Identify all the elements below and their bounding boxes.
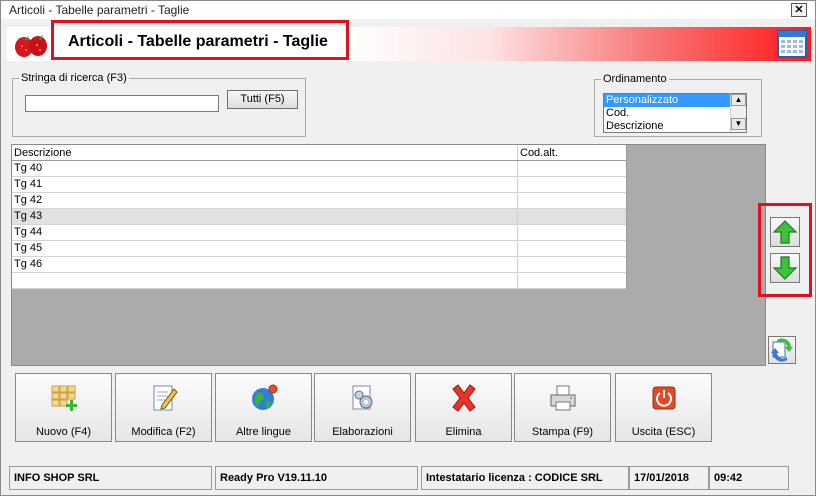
scroll-up-icon[interactable]: ▲: [731, 94, 746, 106]
ordering-group: Ordinamento Personalizzato Cod. Descrizi…: [594, 73, 762, 137]
arrow-down-icon: [772, 256, 798, 280]
printer-icon: [550, 385, 576, 411]
table-row-selected[interactable]: Tg 43: [12, 209, 626, 225]
status-date: 17/01/2018: [629, 466, 709, 490]
status-version: Ready Pro V19.11.10: [215, 466, 418, 490]
other-languages-label: Altre lingue: [235, 426, 292, 438]
refresh-button[interactable]: [768, 336, 796, 364]
new-button-label: Nuovo (F4): [35, 426, 92, 438]
exit-button[interactable]: Uscita (ESC): [615, 373, 712, 442]
cell-cod-alt: [518, 161, 626, 176]
grid-area: Descrizione Cod.alt. Tg 40 Tg 41 Tg 42 T…: [11, 144, 766, 366]
move-up-button[interactable]: [770, 217, 800, 247]
ordering-option[interactable]: Cod.: [604, 107, 746, 120]
banner-title-highlight: Articoli - Tabelle parametri - Taglie: [51, 20, 349, 60]
table-row[interactable]: Tg 41: [12, 177, 626, 193]
delete-label: Elimina: [445, 426, 482, 438]
column-header-cod-alt[interactable]: Cod.alt.: [518, 145, 626, 160]
status-time: 09:42: [709, 466, 789, 490]
cell-cod-alt: [518, 209, 626, 224]
search-group: Stringa di ricerca (F3) Tutti (F5): [12, 72, 306, 137]
cell-cod-alt: [518, 225, 626, 240]
ordering-option[interactable]: Personalizzato: [604, 94, 730, 107]
cell-descrizione: Tg 44: [12, 225, 518, 240]
strawberry-logo-icon: [15, 35, 47, 57]
cell-descrizione: Tg 42: [12, 193, 518, 208]
title-bar: Articoli - Tabelle parametri - Taglie ✕: [1, 1, 815, 19]
banner: Articoli - Tabelle parametri - Taglie: [7, 20, 811, 61]
processing-label: Elaborazioni: [332, 426, 393, 438]
ordering-listbox[interactable]: Personalizzato Cod. Descrizione ▲ ▼: [603, 93, 747, 133]
exit-label: Uscita (ESC): [631, 426, 696, 438]
ordering-label: Ordinamento: [601, 73, 669, 85]
cell-cod-alt: [518, 241, 626, 256]
table-row[interactable]: Tg 40: [12, 161, 626, 177]
edit-button-label: Modifica (F2): [131, 426, 196, 438]
edit-document-icon: [153, 385, 178, 411]
new-button[interactable]: Nuovo (F4): [15, 373, 112, 442]
status-company: INFO SHOP SRL: [9, 466, 212, 490]
scroll-down-icon[interactable]: ▼: [731, 118, 746, 130]
cell-cod-alt: [518, 257, 626, 272]
column-header-descrizione[interactable]: Descrizione: [12, 145, 518, 160]
table-row[interactable]: Tg 45: [12, 241, 626, 257]
cell-descrizione: [12, 273, 518, 288]
cell-descrizione: Tg 45: [12, 241, 518, 256]
listbox-scrollbar[interactable]: ▲ ▼: [730, 94, 746, 132]
gear-document-icon: [352, 385, 373, 410]
processing-button[interactable]: Elaborazioni: [314, 373, 411, 442]
calendar-icon[interactable]: [777, 30, 807, 58]
cell-descrizione: Tg 41: [12, 177, 518, 192]
delete-button[interactable]: Elimina: [415, 373, 512, 442]
cell-cod-alt: [518, 273, 626, 288]
status-bar: INFO SHOP SRL Ready Pro V19.11.10 Intest…: [9, 466, 813, 490]
grid-header: Descrizione Cod.alt.: [12, 145, 626, 161]
close-button[interactable]: ✕: [791, 3, 807, 17]
table-row[interactable]: Tg 44: [12, 225, 626, 241]
power-icon: [652, 386, 676, 410]
window-title: Articoli - Tabelle parametri - Taglie: [9, 3, 190, 17]
search-label: Stringa di ricerca (F3): [19, 72, 129, 84]
table-row[interactable]: Tg 46: [12, 257, 626, 273]
move-buttons-highlight: [758, 203, 812, 297]
edit-button[interactable]: Modifica (F2): [115, 373, 212, 442]
table-row[interactable]: Tg 42: [12, 193, 626, 209]
arrow-up-icon: [772, 220, 798, 244]
main-window: Articoli - Tabelle parametri - Taglie ✕ …: [0, 0, 816, 496]
all-button[interactable]: Tutti (F5): [227, 90, 298, 109]
cell-descrizione: Tg 40: [12, 161, 518, 176]
data-grid[interactable]: Descrizione Cod.alt. Tg 40 Tg 41 Tg 42 T…: [12, 145, 627, 289]
cell-descrizione: Tg 46: [12, 257, 518, 272]
ordering-option[interactable]: Descrizione: [604, 120, 746, 133]
move-down-button[interactable]: [770, 253, 800, 283]
print-label: Stampa (F9): [531, 426, 594, 438]
cell-descrizione: Tg 43: [12, 209, 518, 224]
grid-add-icon: [51, 385, 77, 411]
status-license: Intestatario licenza : CODICE SRL: [421, 466, 629, 490]
refresh-icon: [771, 338, 793, 362]
table-row[interactable]: [12, 273, 626, 289]
search-input[interactable]: [25, 95, 219, 112]
print-button[interactable]: Stampa (F9): [514, 373, 611, 442]
banner-title: Articoli - Tabelle parametri - Taglie: [68, 33, 328, 50]
delete-x-icon: [452, 384, 476, 412]
other-languages-button[interactable]: Altre lingue: [215, 373, 312, 442]
cell-cod-alt: [518, 177, 626, 192]
cell-cod-alt: [518, 193, 626, 208]
globe-icon: [252, 384, 278, 410]
